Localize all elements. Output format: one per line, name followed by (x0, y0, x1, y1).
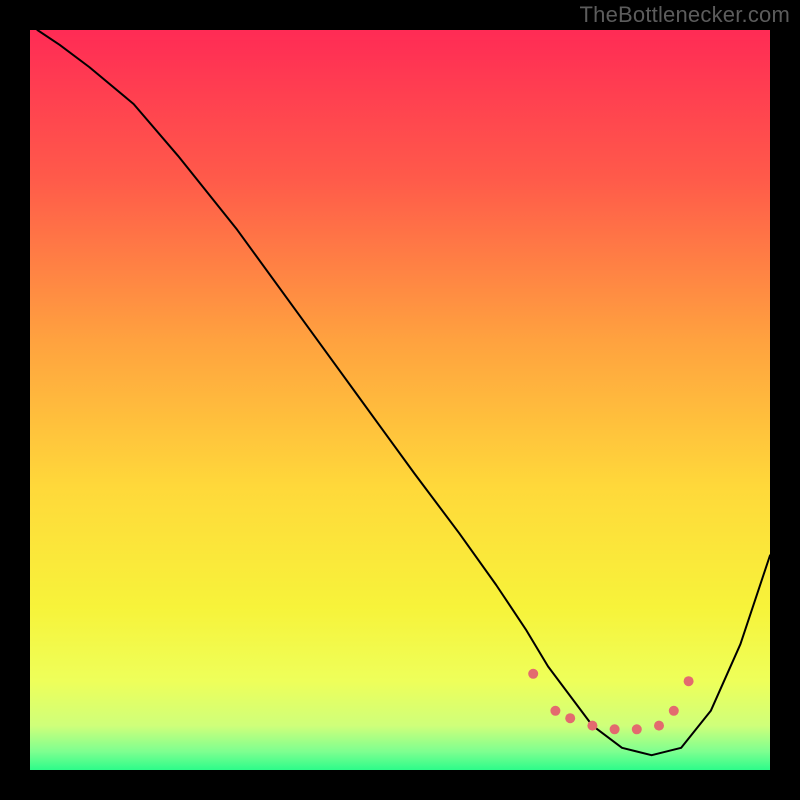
marker-dot (632, 724, 642, 734)
marker-dot (528, 669, 538, 679)
chart-svg (30, 30, 770, 770)
marker-dot (550, 706, 560, 716)
plot-area (30, 30, 770, 770)
marker-dot (565, 713, 575, 723)
marker-dot (587, 721, 597, 731)
chart-frame: TheBottlenecker.com (0, 0, 800, 800)
watermark-text: TheBottlenecker.com (580, 2, 790, 28)
marker-dot (684, 676, 694, 686)
marker-dot (669, 706, 679, 716)
marker-dot (610, 724, 620, 734)
marker-dot (654, 721, 664, 731)
gradient-background (30, 30, 770, 770)
